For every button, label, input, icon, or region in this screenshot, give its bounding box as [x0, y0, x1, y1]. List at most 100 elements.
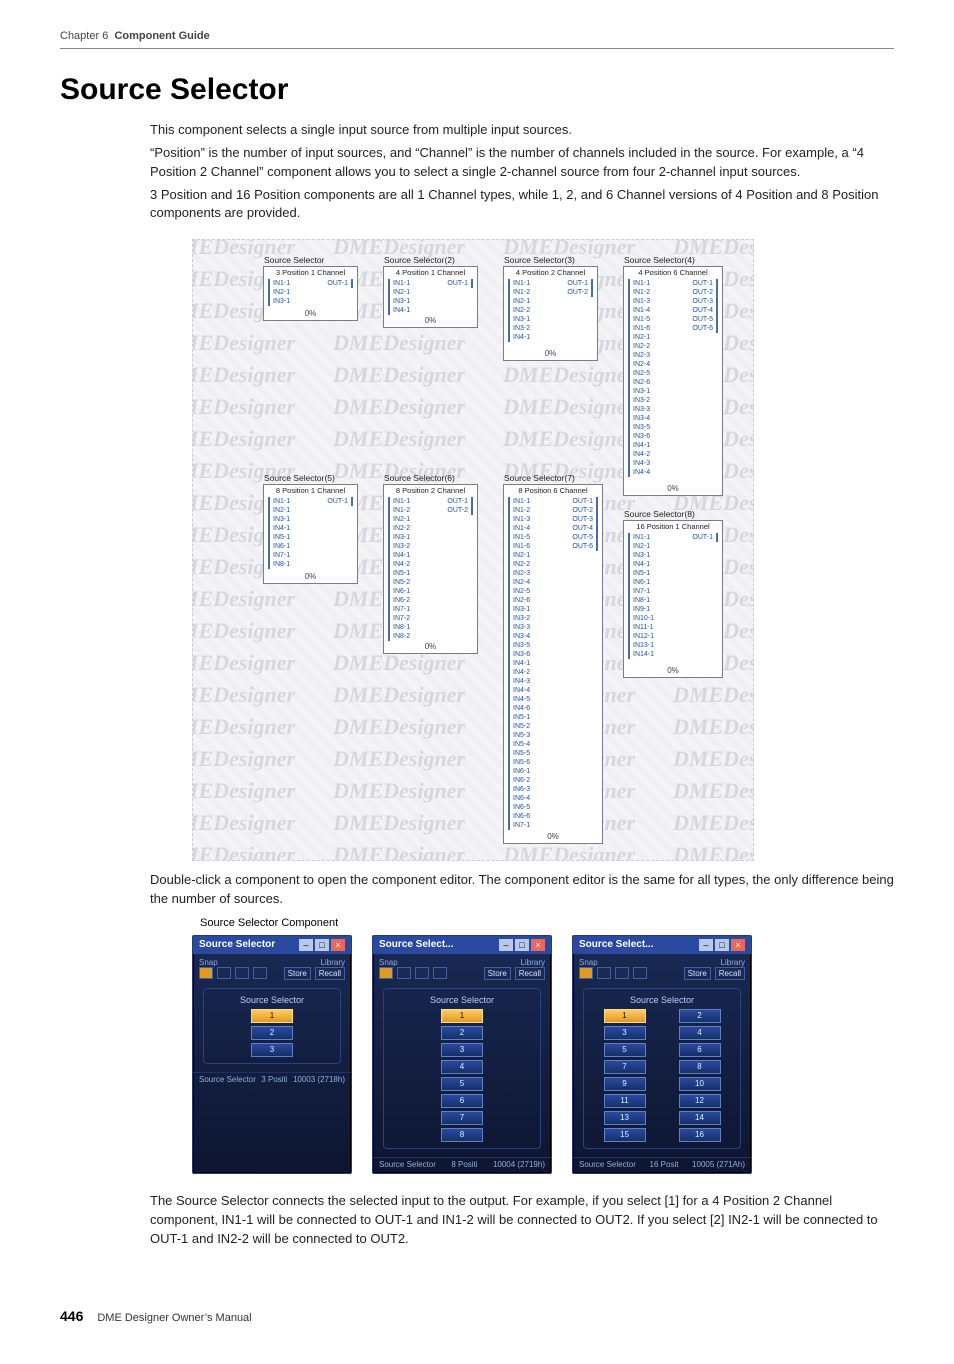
recall-button[interactable]: Recall	[315, 967, 345, 980]
source-button[interactable]: 3	[604, 1026, 646, 1040]
component-block-caption: 4 Position 2 Channel	[508, 268, 593, 277]
source-button[interactable]: 8	[679, 1060, 721, 1074]
status-id: 10004 (2719h)	[493, 1160, 545, 1169]
source-button[interactable]: 2	[679, 1009, 721, 1023]
source-button[interactable]: 7	[604, 1060, 646, 1074]
snap-button[interactable]	[597, 967, 611, 979]
snap-button[interactable]	[633, 967, 647, 979]
source-button[interactable]: 3	[441, 1043, 483, 1057]
snap-button[interactable]	[433, 967, 447, 979]
panel-title: Source Selector	[590, 995, 734, 1005]
output-port-list: OUT-1	[327, 497, 353, 506]
source-button[interactable]: 5	[441, 1077, 483, 1091]
source-button[interactable]: 3	[251, 1043, 293, 1057]
source-button[interactable]: 8	[441, 1128, 483, 1142]
source-selector-panel: Source Selector12345678	[383, 988, 541, 1149]
source-button[interactable]: 1	[441, 1009, 483, 1023]
status-bar: Source Selector16 Posit10005 (271Ah)	[573, 1157, 751, 1173]
watermark-text: DMEDesigner	[673, 746, 754, 772]
input-port-list: IN1-1IN2-1IN3-1	[268, 279, 290, 306]
source-buttons: 1 2 3	[210, 1009, 334, 1057]
source-button[interactable]: 15	[604, 1128, 646, 1142]
close-button[interactable]: ×	[731, 939, 745, 951]
minimize-button[interactable]: –	[299, 939, 313, 951]
usage-percent-label: 0%	[504, 349, 597, 358]
snap-button[interactable]	[379, 967, 393, 979]
component-block: Source Selector(8)16 Position 1 ChannelI…	[623, 520, 723, 678]
usage-percent-label: 0%	[384, 642, 477, 651]
source-button[interactable]: 1	[251, 1009, 293, 1023]
usage-percent-label: 0%	[384, 316, 477, 325]
source-button[interactable]: 2	[251, 1026, 293, 1040]
minimize-button[interactable]: –	[699, 939, 713, 951]
source-button[interactable]: 10	[679, 1077, 721, 1091]
chapter-number: Chapter 6	[60, 30, 108, 42]
snap-label: Snap	[579, 958, 647, 967]
source-button[interactable]: 2	[441, 1026, 483, 1040]
source-button[interactable]: 6	[679, 1043, 721, 1057]
snap-button[interactable]	[415, 967, 429, 979]
close-button[interactable]: ×	[531, 939, 545, 951]
window-titlebar[interactable]: Source Select... –□×	[373, 936, 551, 954]
watermark-text: DMEDesigner	[192, 618, 295, 644]
snap-button[interactable]	[397, 967, 411, 979]
editor-screenshots-row: Source Selector–□×SnapLibraryStoreRecall…	[192, 935, 894, 1174]
source-button[interactable]: 9	[604, 1077, 646, 1091]
snap-buttons	[579, 967, 647, 979]
input-port-list: IN1-1IN2-1IN3-1IN4-1IN5-1IN6-1IN7-1IN8-1	[268, 497, 290, 569]
status-id: 10005 (271Ah)	[692, 1160, 745, 1169]
source-button[interactable]: 4	[441, 1060, 483, 1074]
snap-button[interactable]	[579, 967, 593, 979]
snap-button[interactable]	[615, 967, 629, 979]
window-titlebar[interactable]: Source Selector–□×	[193, 936, 351, 954]
component-block: Source Selector(2)4 Position 1 ChannelIN…	[383, 266, 478, 328]
component-block-title: Source Selector(3)	[504, 255, 575, 265]
usage-percent-label: 0%	[264, 309, 357, 318]
store-button[interactable]: Store	[684, 967, 711, 980]
maximize-button[interactable]: □	[715, 939, 729, 951]
source-button[interactable]: 4	[679, 1026, 721, 1040]
source-button[interactable]: 14	[679, 1111, 721, 1125]
page-number: 446	[60, 1308, 83, 1324]
status-position: 16 Posit	[650, 1160, 679, 1169]
output-port-list: OUT-1	[327, 279, 353, 288]
recall-button[interactable]: Recall	[715, 967, 745, 980]
body-paragraph: “Position” is the number of input source…	[150, 144, 894, 182]
recall-button[interactable]: Recall	[515, 967, 545, 980]
window-titlebar[interactable]: Source Select...–□×	[573, 936, 751, 954]
source-button[interactable]: 5	[604, 1043, 646, 1057]
minimize-button[interactable]: –	[499, 939, 513, 951]
maximize-button[interactable]: □	[515, 939, 529, 951]
watermark-text: DMEDesigner	[333, 842, 465, 861]
watermark-text: DMEDesigner	[333, 778, 465, 804]
source-button[interactable]: 7	[441, 1111, 483, 1125]
source-button[interactable]: 1	[604, 1009, 646, 1023]
store-button[interactable]: Store	[284, 967, 311, 980]
watermark-text: DMEDesigner	[192, 426, 295, 452]
store-button[interactable]: Store	[484, 967, 511, 980]
maximize-button[interactable]: □	[315, 939, 329, 951]
component-block-caption: 3 Position 1 Channel	[268, 268, 353, 277]
watermark-text: DMEDesigner	[673, 778, 754, 804]
snap-button[interactable]	[235, 967, 249, 979]
usage-percent-label: 0%	[504, 832, 602, 841]
source-button[interactable]: 16	[679, 1128, 721, 1142]
section-title: Source Selector	[60, 73, 894, 107]
source-button[interactable]: 11	[604, 1094, 646, 1108]
window-title: Source Select...	[379, 939, 453, 950]
snap-button[interactable]	[217, 967, 231, 979]
watermark-text: DMEDesigner	[333, 746, 465, 772]
component-block-caption: 4 Position 6 Channel	[628, 268, 718, 277]
source-button[interactable]: 6	[441, 1094, 483, 1108]
usage-percent-label: 0%	[624, 484, 722, 493]
close-button[interactable]: ×	[331, 939, 345, 951]
source-button[interactable]: 13	[604, 1111, 646, 1125]
output-port-list: OUT-1	[447, 279, 473, 288]
snap-button[interactable]	[199, 967, 213, 979]
watermark-text: DMEDesigner	[192, 714, 295, 740]
watermark-text: DMEDesigner	[333, 810, 465, 836]
snap-button[interactable]	[253, 967, 267, 979]
source-button[interactable]: 12	[679, 1094, 721, 1108]
watermark-text: DMEDesigner	[192, 746, 295, 772]
component-block-title: Source Selector(8)	[624, 509, 695, 519]
